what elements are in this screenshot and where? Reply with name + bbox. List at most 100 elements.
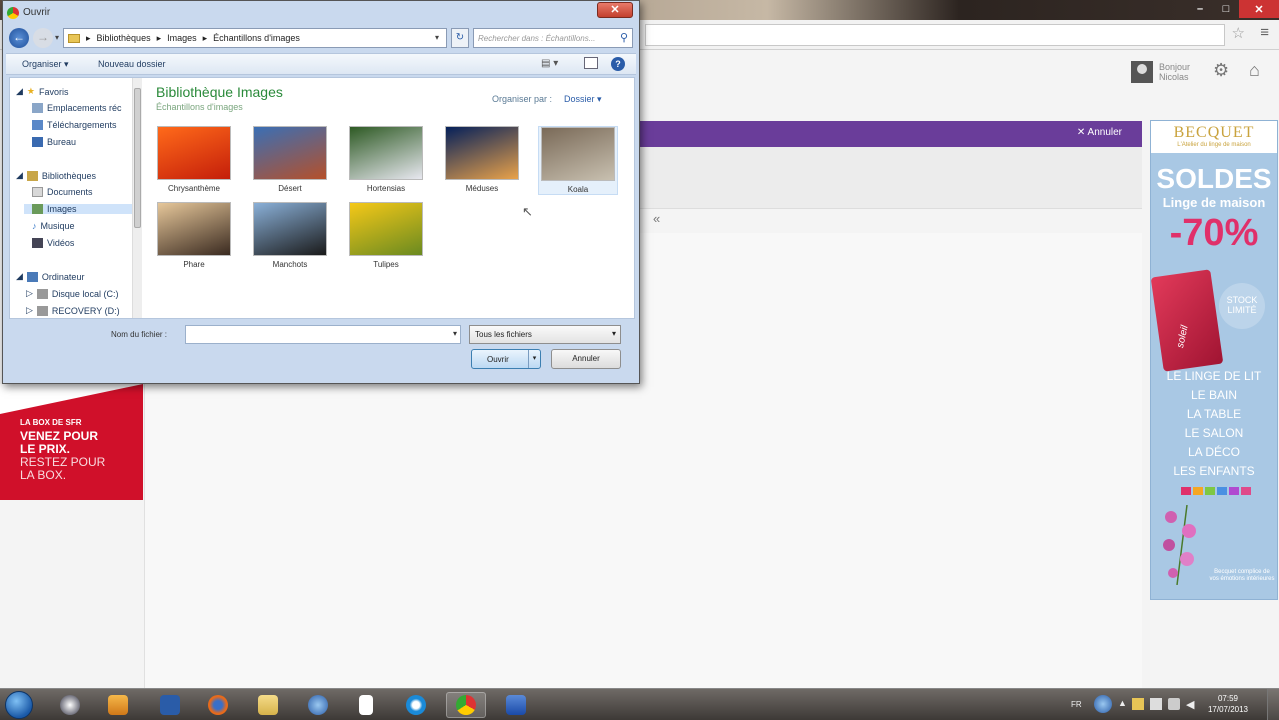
nav-label: Vidéos	[47, 238, 75, 248]
breadcrumb-separator: ▸	[86, 32, 91, 43]
music-icon: ♪	[32, 221, 37, 231]
user-box[interactable]: Bonjour Nicolas	[1131, 61, 1190, 83]
open-button[interactable]: Ouvrir ▾	[471, 349, 541, 369]
filetype-select[interactable]: Tous les fichiers ▾	[469, 325, 621, 344]
file-thumbnail[interactable]: Phare	[154, 202, 234, 269]
tray-flag-icon[interactable]	[1132, 698, 1144, 710]
breadcrumb[interactable]: Images	[167, 33, 197, 43]
thumbnail-image	[253, 126, 327, 180]
taskbar-ie[interactable]	[396, 692, 436, 718]
forward-button[interactable]: →	[33, 28, 53, 48]
file-thumbnail[interactable]: Désert	[250, 126, 330, 193]
network-icon[interactable]	[1168, 698, 1180, 710]
arrange-by-label: Organiser par :	[492, 94, 553, 104]
nav-videos[interactable]: Vidéos	[32, 238, 74, 248]
thumbnail-image	[253, 202, 327, 256]
file-thumbnail[interactable]: Hortensias	[346, 126, 426, 193]
nav-desktop[interactable]: Bureau	[32, 137, 76, 147]
nav-drive-d[interactable]: ▷ RECOVERY (D:)	[26, 305, 120, 316]
filename-field[interactable]: ▾	[185, 325, 461, 344]
nav-drive-c[interactable]: ▷ Disque local (C:)	[26, 288, 118, 299]
nav-computer[interactable]: ◢ Ordinateur	[16, 271, 84, 282]
dialog-address-bar[interactable]: ▸ Bibliothèques ▸ Images ▸ Échantillons …	[63, 28, 447, 48]
taskbar-firefox[interactable]	[198, 692, 238, 718]
preview-pane-icon[interactable]	[584, 57, 598, 69]
tray-device-icon[interactable]	[1150, 698, 1162, 710]
taskbar-app-2[interactable]	[98, 692, 138, 718]
word-icon	[506, 695, 526, 715]
tray-expand-icon[interactable]: ▲	[1118, 698, 1127, 710]
breadcrumb-separator: ▸	[202, 32, 208, 43]
new-folder-button[interactable]: Nouveau dossier	[98, 59, 166, 69]
file-thumbnail-selected[interactable]: Koala	[538, 126, 618, 195]
file-thumbnail[interactable]: Méduses	[442, 126, 522, 193]
documents-icon	[32, 187, 43, 197]
recent-pages-dropdown-icon[interactable]: ▾	[55, 33, 59, 42]
nav-scrollbar[interactable]	[132, 78, 142, 318]
browser-menu-icon[interactable]: ≡	[1260, 24, 1269, 41]
taskbar-chrome[interactable]	[446, 692, 486, 718]
refresh-button[interactable]: ↻	[451, 28, 469, 48]
tray-app-icon[interactable]	[1094, 695, 1112, 713]
taskbar-word[interactable]	[496, 692, 536, 718]
banner-cancel-label: Annuler	[1087, 127, 1122, 138]
sfr-ad[interactable]: LA BOX DE SFR VENEZ POUR LE PRIX. RESTEZ…	[0, 384, 143, 500]
nav-libraries[interactable]: ◢ Bibliothèques	[16, 170, 96, 181]
breadcrumb[interactable]: Bibliothèques	[97, 33, 151, 43]
clock[interactable]: 07:59 17/07/2013	[1204, 693, 1252, 715]
nav-music[interactable]: ♪ Musique	[32, 221, 75, 231]
breadcrumb[interactable]: Échantillons d'images	[213, 33, 300, 43]
taskbar-app-1[interactable]	[50, 692, 90, 718]
drive-icon	[36, 288, 48, 299]
dialog-close-button[interactable]: ✕	[597, 2, 633, 18]
file-thumbnail[interactable]: Tulipes	[346, 202, 426, 269]
nav-favorites[interactable]: ◢ ★ Favoris	[16, 86, 69, 97]
gear-icon[interactable]: ⚙	[1213, 60, 1229, 81]
file-name: Hortensias	[366, 184, 406, 193]
maximize-button[interactable]: □	[1213, 0, 1239, 18]
firefox-icon	[208, 695, 228, 715]
becquet-tagline: L'Atelier du linge de maison	[1177, 142, 1251, 148]
nav-images[interactable]: Images	[24, 204, 132, 214]
change-view-icon[interactable]: ▤ ▾	[541, 58, 558, 69]
minimize-button[interactable]: –	[1187, 0, 1213, 18]
nav-scrollbar-thumb[interactable]	[134, 88, 141, 228]
bookmark-star-icon[interactable]: ☆	[1232, 24, 1245, 42]
taskbar-app-6[interactable]	[298, 692, 338, 718]
nav-downloads[interactable]: Téléchargements	[32, 120, 117, 130]
search-input[interactable]: Rechercher dans : Échantillons... ⚲	[473, 28, 633, 48]
purple-banner: ✕ Annuler	[640, 121, 1142, 147]
start-button[interactable]	[5, 691, 33, 719]
close-window-button[interactable]: ✕	[1239, 0, 1279, 18]
nav-label: Téléchargements	[47, 120, 117, 130]
cancel-button[interactable]: Annuler	[551, 349, 621, 369]
arrange-by-dropdown[interactable]: Dossier ▾	[564, 94, 602, 105]
ad-category: LE SALON	[1184, 426, 1244, 440]
search-icon[interactable]: ⚲	[620, 31, 628, 44]
file-thumbnail[interactable]: Manchots	[250, 202, 330, 269]
banner-cancel-link[interactable]: ✕ Annuler	[1077, 127, 1122, 138]
taskbar-notepad[interactable]	[346, 692, 386, 718]
dialog-title: Ouvrir	[23, 7, 51, 18]
file-thumbnail[interactable]: Chrysanthème	[154, 126, 234, 193]
nav-documents[interactable]: Documents	[32, 187, 93, 197]
address-dropdown-icon[interactable]: ▾	[435, 33, 439, 42]
open-options-dropdown-icon[interactable]: ▾	[528, 350, 540, 368]
desktop-icon	[32, 137, 43, 147]
address-bar[interactable]	[645, 24, 1225, 46]
home-icon[interactable]: ⌂	[1249, 60, 1260, 81]
back-button[interactable]: ←	[9, 28, 29, 48]
taskbar-app-3[interactable]	[150, 692, 190, 718]
language-indicator[interactable]: FR	[1071, 700, 1082, 709]
dialog-titlebar: Ouvrir ✕	[3, 1, 639, 25]
help-icon[interactable]: ?	[611, 57, 625, 71]
nav-label: Documents	[47, 187, 93, 197]
nav-recent-places[interactable]: Emplacements réc	[32, 103, 122, 113]
taskbar-explorer[interactable]	[248, 692, 288, 718]
filename-dropdown-icon[interactable]: ▾	[453, 329, 457, 338]
volume-icon[interactable]: ◀	[1186, 698, 1198, 711]
show-desktop-button[interactable]	[1267, 689, 1279, 720]
collapse-icon[interactable]: «	[653, 211, 660, 226]
organize-button[interactable]: Organiser ▾	[22, 59, 69, 70]
becquet-ad[interactable]: BECQUET L'Atelier du linge de maison SOL…	[1150, 120, 1278, 600]
